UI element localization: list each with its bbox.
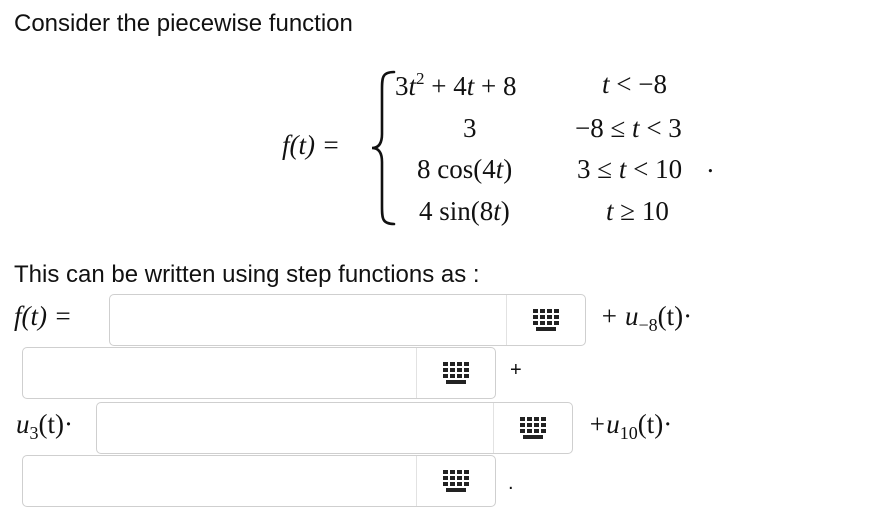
left-brace — [371, 70, 396, 226]
math-keyboard-button-3[interactable] — [494, 403, 572, 453]
answer-box-2[interactable] — [22, 347, 496, 399]
term-u10-of-t: (t)· — [637, 409, 673, 439]
case-expr-1: 3t2 + 4t + 8 — [395, 69, 517, 101]
math-keyboard-button-1[interactable] — [507, 295, 585, 345]
term-u-neg8-label: + u — [600, 301, 639, 331]
math-keyboard-button-2[interactable] — [417, 348, 495, 398]
answer-input-1[interactable] — [110, 295, 507, 345]
answer-lhs: f(t) = — [14, 301, 72, 332]
case-expr-3: 8 cos(4t) — [417, 154, 513, 184]
case-cond-1: t < −8 — [602, 69, 667, 99]
math-keyboard-icon — [520, 417, 546, 439]
answer-box-3[interactable] — [96, 402, 573, 454]
answer-box-1[interactable] — [109, 294, 586, 346]
answer-lhs-label: f(t) = — [14, 301, 72, 331]
case-cond-3: 3 ≤ t < 10 — [577, 154, 683, 184]
term-u10: +u10(t)· — [588, 409, 672, 444]
step-intro-text: This can be written using step functions… — [14, 261, 480, 288]
answer-box-4[interactable] — [22, 455, 496, 507]
math-keyboard-button-4[interactable] — [417, 456, 495, 506]
term-u3-label: u — [16, 409, 30, 439]
plus-sign: + — [510, 359, 522, 381]
cases-period: . — [707, 148, 714, 178]
answer-input-3[interactable] — [97, 403, 494, 453]
answer-input-2[interactable] — [23, 348, 417, 398]
term-u-neg8-of-t: (t)· — [657, 301, 693, 331]
term-u10-label: +u — [588, 409, 620, 439]
math-keyboard-icon — [443, 362, 469, 384]
intro-text: Consider the piecewise function — [14, 10, 353, 37]
math-keyboard-icon — [443, 470, 469, 492]
case-expr-2: 3 — [463, 113, 477, 143]
case-cond-4: t ≥ 10 — [606, 196, 669, 226]
term-u-neg8-sub: −8 — [638, 315, 658, 335]
piecewise-lhs: f(t) = — [282, 130, 340, 161]
term-u-neg8: + u−8(t)· — [600, 301, 692, 336]
term-u3-of-t: (t)· — [38, 409, 73, 439]
final-period: . — [508, 472, 514, 494]
case-expr-4: 4 sin(8t) — [419, 196, 510, 226]
answer-input-4[interactable] — [23, 456, 417, 506]
math-keyboard-icon — [533, 309, 559, 331]
case-cond-2: −8 ≤ t < 3 — [575, 113, 682, 143]
term-u3: u3(t)· — [16, 409, 73, 444]
term-u3-sub: 3 — [29, 423, 39, 443]
function-lhs-label: f(t) = — [282, 130, 340, 160]
term-u10-sub: 10 — [619, 423, 638, 443]
